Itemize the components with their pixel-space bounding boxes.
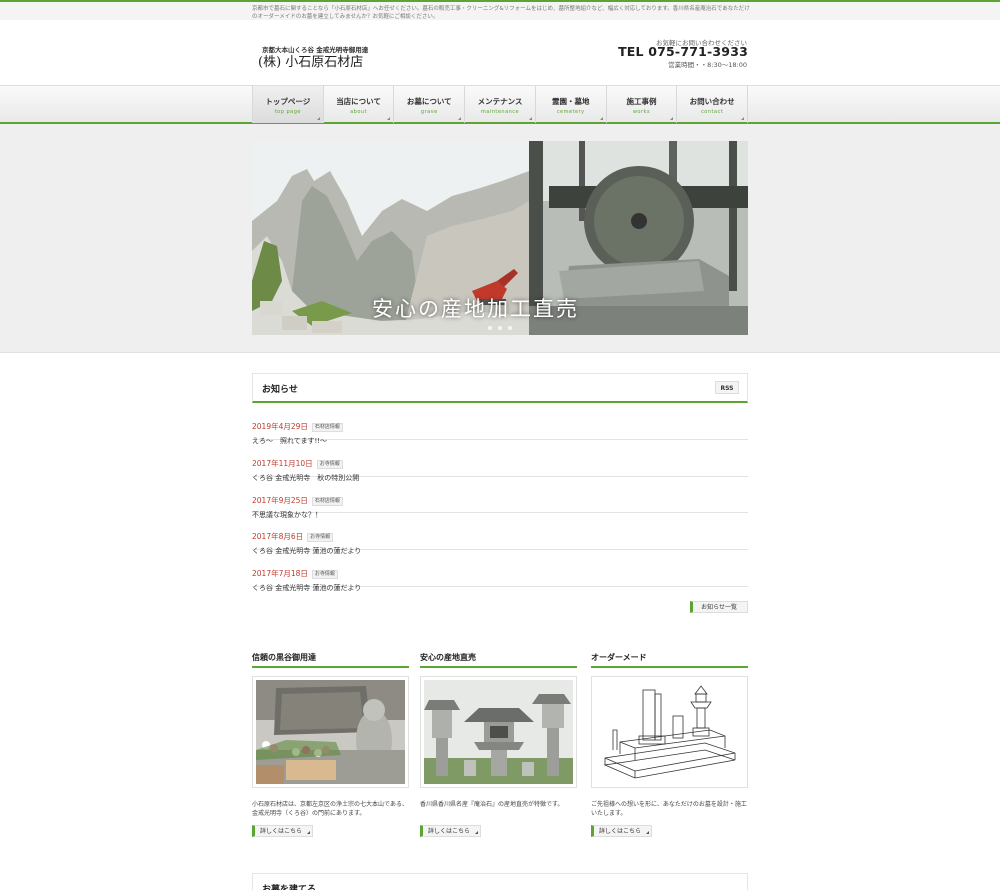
nav-sublabel: grave — [420, 109, 438, 115]
nav-item-contact[interactable]: お問い合わせ contact — [677, 86, 749, 123]
news-item[interactable]: 2019年4月29日 石材店情報 えろ～ 照れてます!!～ — [252, 403, 748, 445]
feature-image[interactable] — [591, 676, 748, 788]
feature-order-made: オーダーメード ご先祖様への想いを形に、あなただけのお墓を設計・施工いたします。… — [591, 652, 748, 837]
site-logo[interactable]: (株) 小石原石材店 — [258, 51, 363, 70]
nav-sublabel: works — [632, 109, 651, 115]
nav-item-cemetery[interactable]: 霊園・墓地 cemetery — [536, 86, 607, 123]
feature-image[interactable] — [252, 676, 409, 788]
nav-label: 霊園・墓地 — [551, 97, 590, 106]
news-title: お知らせ — [262, 385, 298, 395]
build-grave-section: お墓を建てる — [252, 873, 748, 890]
corner-arrow-icon — [316, 117, 320, 120]
details-button[interactable]: 詳しくはこちら — [420, 825, 482, 837]
news-item[interactable]: 2017年11月10日 お寺情報 くろ谷 金戒光明寺 秋の特別公開 — [252, 440, 748, 482]
corner-arrow-icon — [599, 117, 603, 120]
news-link[interactable]: くろ谷 金戒光明寺 蓮池の蓮だより — [252, 583, 748, 593]
slider-dot[interactable] — [498, 326, 502, 330]
corner-arrow-icon — [528, 117, 532, 120]
top-info-text: 京都市で墓石に関することなら「小石原石材店」へお任せください。墓石の販売工事・ク… — [252, 6, 750, 20]
feature-image[interactable] — [420, 676, 577, 788]
news-category-badge: お寺情報 — [316, 459, 343, 469]
feature-direct-sale: 安心の産地直売 香川県香川県名産『庵治石』の産地直売が特徴です。 詳しくはこちら — [420, 652, 577, 837]
feature-description: 香川県香川県名産『庵治石』の産地直売が特徴です。 — [420, 801, 564, 808]
news-category-badge: お寺情報 — [307, 533, 334, 543]
business-hours: 営業時間・・8:30～18:00 — [668, 61, 747, 69]
nav-sublabel: contact — [701, 109, 724, 115]
details-button[interactable]: 詳しくはこちら — [591, 825, 653, 837]
news-item[interactable]: 2017年7月18日 お寺情報 くろ谷 金戒光明寺 蓮池の蓮だより — [252, 550, 748, 592]
feature-kurodani: 信頼の黒谷御用達 小石原石材店は、京都左京区の浄土宗の七大本山である、金戒光明寺… — [252, 652, 409, 837]
stone-monument-photo — [256, 680, 405, 784]
nav-sublabel: about — [350, 109, 368, 115]
section-title: お墓を建てる — [262, 885, 317, 890]
news-category-badge: お寺情報 — [311, 570, 338, 580]
feature-title: 信頼の黒谷御用達 — [252, 652, 409, 668]
news-date: 2017年9月25日 — [252, 495, 308, 505]
nav-item-maintenance[interactable]: メンテナンス maintenance — [465, 86, 536, 123]
nav-label: メンテナンス — [477, 97, 523, 106]
slider-dot[interactable] — [508, 326, 512, 330]
corner-arrow-icon — [741, 117, 745, 120]
global-nav: トップページ top page 当店について about お墓について grav… — [0, 85, 1000, 124]
news-date: 2017年8月6日 — [252, 532, 304, 542]
details-button[interactable]: 詳しくはこちら — [252, 825, 314, 837]
news-header: お知らせ RSS — [252, 373, 748, 403]
hero-slider[interactable]: 安心の産地加工直売 — [252, 141, 748, 335]
feature-description: 小石原石材店は、京都左京区の浄土宗の七大本山である、金戒光明寺（くろ谷）の門前に… — [252, 801, 408, 817]
nav-item-grave[interactable]: お墓について grave — [394, 86, 466, 123]
nav-list: トップページ top page 当店について about お墓について grav… — [252, 86, 749, 123]
hero-section: 安心の産地加工直売 — [0, 124, 1000, 353]
news-date: 2017年7月18日 — [252, 569, 308, 579]
nav-item-works[interactable]: 施工事例 works — [607, 86, 678, 123]
hero-caption: 安心の産地加工直売 — [372, 297, 579, 321]
nav-sublabel: cemetery — [556, 109, 585, 115]
news-category-badge: 石材店情報 — [311, 496, 343, 506]
news-category-badge: 石材店情報 — [311, 423, 343, 432]
news-section: お知らせ RSS 2019年4月29日 石材店情報 えろ～ 照れてます!!～ 20… — [252, 373, 748, 613]
nav-label: お問い合わせ — [689, 97, 735, 106]
nav-label: 施工事例 — [626, 97, 657, 106]
feature-title: 安心の産地直売 — [420, 652, 577, 668]
nav-label: トップページ — [265, 97, 311, 106]
stone-lantern-photo — [424, 680, 573, 784]
slider-dot[interactable] — [488, 326, 492, 330]
nav-label: 当店について — [336, 97, 381, 106]
nav-sublabel: maintenance — [480, 109, 520, 115]
nav-sublabel: top page — [274, 109, 301, 115]
news-list-button[interactable]: お知らせ一覧 — [690, 601, 748, 613]
phone-number[interactable]: TEL 075-771-3933 — [618, 44, 748, 59]
feature-title: オーダーメード — [591, 652, 748, 668]
news-date: 2017年11月10日 — [252, 458, 313, 468]
news-item[interactable]: 2017年8月6日 お寺情報 くろ谷 金戒光明寺 蓮池の蓮だより — [252, 513, 748, 555]
nav-item-top[interactable]: トップページ top page — [253, 86, 324, 123]
news-date: 2019年4月29日 — [252, 422, 308, 431]
rss-button[interactable]: RSS — [715, 381, 739, 394]
top-info-bar: 京都市で墓石に関することなら「小石原石材店」へお任せください。墓石の販売工事・ク… — [0, 0, 1000, 20]
news-item[interactable]: 2017年9月25日 石材店情報 不思議な現象かな？！ — [252, 477, 748, 519]
slider-dots — [488, 326, 512, 330]
feature-description: ご先祖様への想いを形に、あなただけのお墓を設計・施工いたします。 — [591, 801, 747, 817]
grave-drawing-illustration — [595, 680, 744, 784]
nav-label: お墓について — [406, 97, 452, 106]
corner-arrow-icon — [670, 117, 674, 120]
corner-arrow-icon — [458, 117, 462, 120]
nav-item-about[interactable]: 当店について about — [324, 86, 395, 123]
corner-arrow-icon — [387, 117, 391, 120]
site-header: 京都大本山くろ谷 金戒光明寺御用達 (株) 小石原石材店 お気軽にお問い合わせく… — [0, 20, 1000, 85]
